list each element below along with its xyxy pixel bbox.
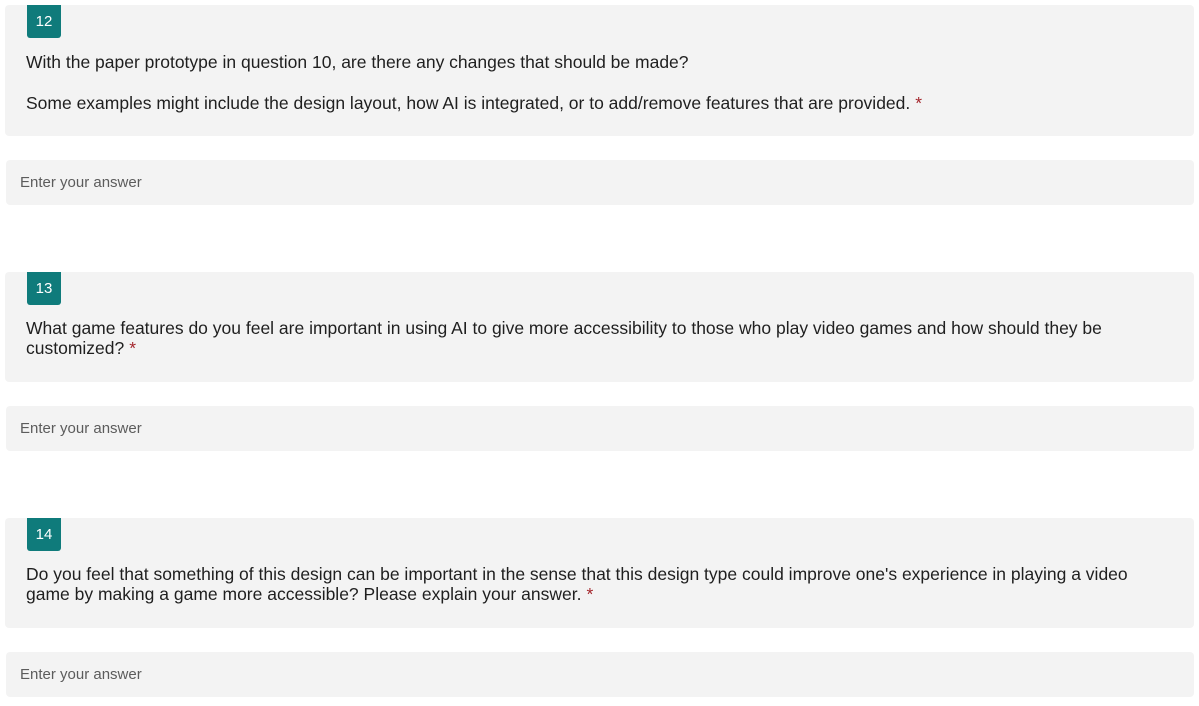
question-number-badge: 14 (27, 518, 61, 551)
question-text: With the paper prototype in question 10,… (26, 52, 689, 72)
question-title: Do you feel that something of this desig… (26, 564, 1166, 604)
question-text: Do you feel that something of this desig… (26, 564, 1128, 604)
required-marker: * (586, 584, 594, 604)
answer-input-12[interactable] (6, 160, 1194, 205)
question-text: What game features do you feel are impor… (26, 318, 1102, 358)
question-subtext: Some examples might include the design l… (26, 93, 911, 113)
answer-input-13[interactable] (6, 406, 1194, 451)
question-title: What game features do you feel are impor… (26, 318, 1166, 358)
required-marker: * (915, 93, 923, 113)
question-card-12: 12 With the paper prototype in question … (5, 5, 1194, 136)
required-marker: * (129, 338, 137, 358)
question-number-badge: 12 (27, 5, 61, 38)
question-card-14: 14 Do you feel that something of this de… (5, 518, 1194, 628)
question-description: Some examples might include the design l… (26, 93, 1166, 113)
question-card-13: 13 What game features do you feel are im… (5, 272, 1194, 382)
answer-input-14[interactable] (6, 652, 1194, 697)
question-number-badge: 13 (27, 272, 61, 305)
question-title: With the paper prototype in question 10,… (26, 52, 1166, 72)
